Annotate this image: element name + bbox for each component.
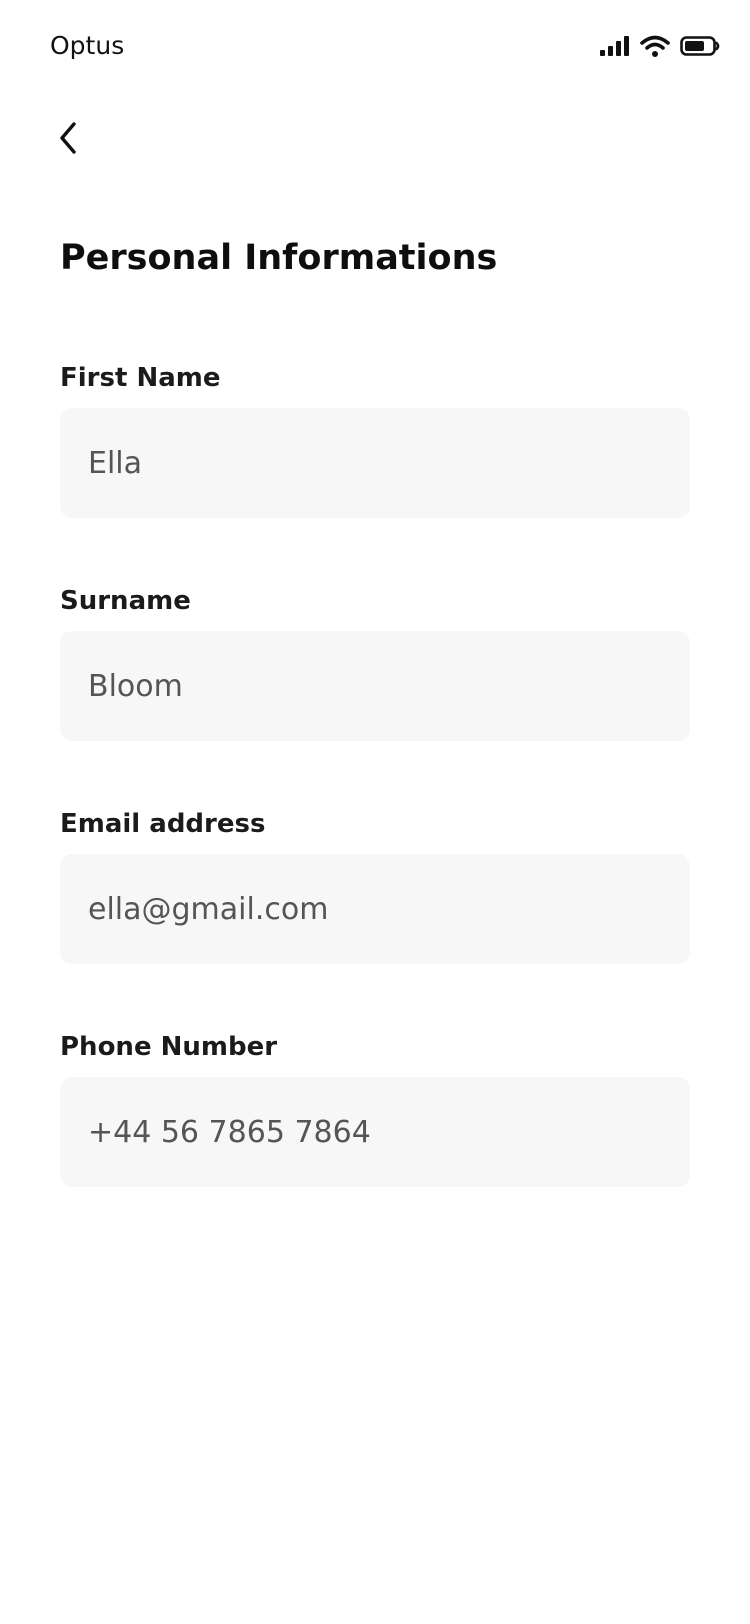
phone-input[interactable] — [60, 1077, 690, 1187]
personal-info-form: First Name Surname Email address Phone N… — [60, 362, 690, 1254]
carrier-name: Optus — [50, 31, 125, 60]
chevron-left-icon — [57, 121, 79, 159]
surname-input[interactable] — [60, 631, 690, 741]
status-bar: Optus — [0, 0, 750, 90]
phone-label: Phone Number — [60, 1032, 278, 1062]
wifi-icon — [640, 35, 670, 57]
first-name-input[interactable] — [60, 408, 690, 518]
page-title: Personal Informations — [60, 238, 498, 278]
first-name-field-group: First Name — [60, 362, 690, 518]
email-input[interactable] — [60, 854, 690, 964]
surname-label: Surname — [60, 586, 191, 616]
phone-field-group: Phone Number — [60, 1031, 690, 1187]
status-icons — [600, 32, 720, 60]
signal-icon — [600, 36, 630, 56]
email-label: Email address — [60, 809, 266, 839]
email-field-group: Email address — [60, 808, 690, 964]
battery-icon — [680, 35, 720, 57]
first-name-label: First Name — [60, 363, 221, 393]
back-button[interactable] — [44, 112, 92, 168]
surname-field-group: Surname — [60, 585, 690, 741]
